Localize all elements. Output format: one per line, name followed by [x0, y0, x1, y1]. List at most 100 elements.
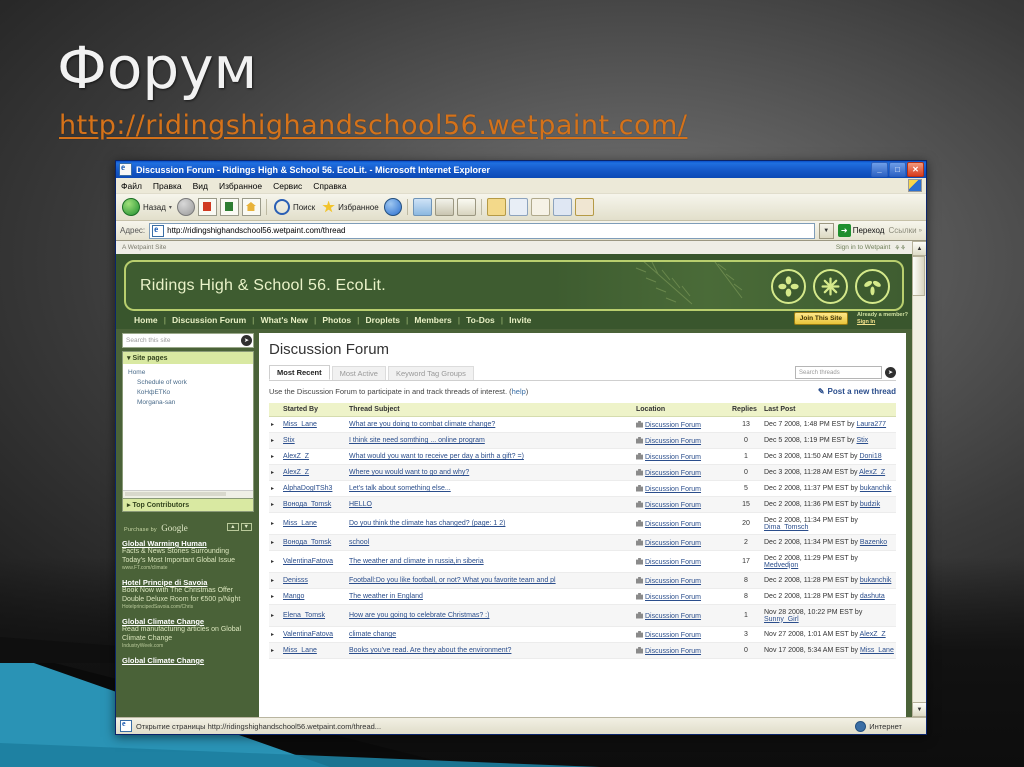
thread-link[interactable]: climate change — [349, 631, 396, 638]
ads-up-icon[interactable]: ▲ — [227, 523, 239, 531]
thread-link[interactable]: The weather in England — [349, 593, 423, 600]
thread-link[interactable]: school — [349, 539, 369, 546]
table-row[interactable]: ▸ Elena_Tomsk How are you going to celebra… — [269, 604, 896, 627]
sidebar-item-schedule-of-work[interactable]: Schedule of work — [128, 377, 248, 387]
row-expand-icon[interactable]: ▸ — [269, 416, 281, 433]
close-button[interactable]: ✕ — [907, 162, 924, 177]
last-post-author-link[interactable]: Laura277 — [856, 421, 886, 428]
search-button[interactable]: Поиск — [272, 198, 317, 216]
author-link[interactable]: Elena_Tomsk — [283, 612, 325, 619]
last-post-author-link[interactable]: Sunny_Girl — [764, 616, 799, 623]
back-dropdown-icon[interactable]: ▾ — [169, 204, 172, 211]
minimize-button[interactable]: _ — [871, 162, 888, 177]
last-post-author-link[interactable]: Stix — [856, 437, 868, 444]
sidebar-item-konfetko[interactable]: КоНфЕТКо — [128, 387, 248, 397]
thread-link[interactable]: Football:Do you like football, or not? W… — [349, 577, 556, 584]
home-button[interactable] — [241, 198, 261, 216]
location-link[interactable]: Discussion Forum — [645, 438, 701, 445]
address-dropdown-icon[interactable]: ▼ — [818, 222, 834, 239]
last-post-author-link[interactable]: bukanchik — [860, 485, 892, 492]
mail-button[interactable] — [434, 198, 454, 216]
table-row[interactable]: ▸ ValentinaFatova climate change Discussion… — [269, 626, 896, 643]
menu-item-help[interactable]: Справка — [313, 181, 346, 191]
slide-url-link[interactable]: http://ridingshighandschool56.wetpaint.c… — [59, 110, 687, 141]
page-vertical-scrollbar[interactable]: ▲ ▼ — [912, 241, 926, 717]
join-site-button[interactable]: Join This Site — [793, 312, 848, 325]
last-post-author-link[interactable]: bukanchik — [860, 577, 892, 584]
stop-button[interactable] — [197, 198, 217, 216]
scroll-down-icon[interactable]: ▼ — [912, 702, 926, 717]
table-row[interactable]: ▸ Вонода_Tomsk HELLO Discussion Forum 15 Dec … — [269, 496, 896, 513]
top-contributors-header[interactable]: ▸ Top Contributors — [122, 499, 254, 512]
extra-icon[interactable] — [574, 198, 594, 216]
menu-item-tools[interactable]: Сервис — [273, 181, 302, 191]
thread-search-input[interactable]: Search threads — [795, 366, 882, 379]
address-input[interactable]: http://ridingshighandschool56.wetpaint.c… — [149, 222, 815, 239]
location-link[interactable]: Discussion Forum — [645, 422, 701, 429]
location-link[interactable]: Discussion Forum — [645, 632, 701, 639]
ad-item[interactable]: Global Climate Change — [122, 656, 254, 665]
ad-item[interactable]: Hotel Principe di Savoia Book Now with T… — [122, 578, 254, 610]
help-link[interactable]: help — [512, 387, 526, 396]
heart-icon[interactable] — [530, 198, 550, 216]
refresh-button[interactable] — [219, 198, 239, 216]
site-search-input[interactable]: Search this site ➤ — [122, 333, 254, 348]
sidebar-item-home[interactable]: Home — [128, 367, 248, 377]
messenger-icon[interactable] — [552, 198, 572, 216]
row-expand-icon[interactable]: ▸ — [269, 572, 281, 589]
last-post-author-link[interactable]: Miss_Lane — [860, 647, 894, 654]
thread-link[interactable]: Books you've read. Are they about the en… — [349, 647, 511, 654]
tab-most-recent[interactable]: Most Recent — [269, 365, 330, 380]
table-row[interactable]: ▸ Miss_Lane What are you doing to combat c… — [269, 416, 896, 433]
col-replies[interactable]: Replies — [730, 403, 762, 417]
location-link[interactable]: Discussion Forum — [645, 648, 701, 655]
table-row[interactable]: ▸ AlexZ_Z What would you want to receive p… — [269, 448, 896, 465]
menu-item-edit[interactable]: Правка — [153, 181, 182, 191]
col-thread-subject[interactable]: Thread Subject — [347, 403, 634, 417]
location-link[interactable]: Discussion Forum — [645, 521, 701, 528]
author-link[interactable]: Stix — [283, 437, 295, 444]
nav-item-home[interactable]: Home — [128, 315, 164, 325]
sidebar-item-morgana-san[interactable]: Morgana-san — [128, 397, 248, 407]
thread-link[interactable]: I think site need somthing ... online pr… — [349, 437, 485, 444]
row-expand-icon[interactable]: ▸ — [269, 464, 281, 481]
row-expand-icon[interactable]: ▸ — [269, 480, 281, 497]
folder-icon[interactable] — [486, 198, 506, 216]
thread-link[interactable]: What are you doing to combat climate cha… — [349, 421, 495, 428]
menu-item-file[interactable]: Файл — [121, 181, 142, 191]
ad-title[interactable]: Hotel Principe di Savoia — [122, 578, 254, 587]
thread-link[interactable]: The weather and climate in russia,in sib… — [349, 558, 484, 565]
row-expand-icon[interactable]: ▸ — [269, 432, 281, 449]
author-link[interactable]: Denisss — [283, 577, 308, 584]
ad-title[interactable]: Global Climate Change — [122, 656, 254, 665]
go-button[interactable]: ➜ Переход — [837, 224, 884, 237]
history-button[interactable] — [412, 198, 432, 216]
thread-link[interactable]: Where you would want to go and why? — [349, 469, 469, 476]
table-row[interactable]: ▸ Stix I think site need somthing ... onli… — [269, 432, 896, 449]
row-expand-icon[interactable]: ▸ — [269, 550, 281, 573]
author-link[interactable]: Miss_Lane — [283, 421, 317, 428]
menu-item-view[interactable]: Вид — [193, 181, 208, 191]
row-expand-icon[interactable]: ▸ — [269, 534, 281, 551]
location-link[interactable]: Discussion Forum — [645, 613, 701, 620]
sign-in-link[interactable]: Sign in to Wetpaint — [836, 244, 890, 251]
author-link[interactable]: Mango — [283, 593, 304, 600]
last-post-author-link[interactable]: dashuta — [860, 593, 885, 600]
location-link[interactable]: Discussion Forum — [645, 540, 701, 547]
author-link[interactable]: Вонода_Tomsk — [283, 501, 331, 508]
last-post-author-link[interactable]: Medvedjon — [764, 562, 798, 569]
col-location[interactable]: Location — [634, 403, 730, 417]
ads-down-icon[interactable]: ▼ — [240, 523, 252, 531]
site-search-go-icon[interactable]: ➤ — [241, 335, 252, 346]
print-button[interactable] — [456, 198, 476, 216]
post-new-thread-button[interactable]: ✎ Post a new thread — [818, 387, 896, 396]
author-link[interactable]: AlphaDogITSh3 — [283, 485, 332, 492]
table-row[interactable]: ▸ AlphaDogITSh3 Let's talk about something… — [269, 480, 896, 497]
col-started-by[interactable]: Started By — [281, 403, 347, 417]
author-link[interactable]: Miss_Lane — [283, 520, 317, 527]
nav-item-whats-new[interactable]: What's New — [255, 315, 314, 325]
thread-search-go-icon[interactable]: ➤ — [885, 367, 896, 378]
tab-keyword-tag-groups[interactable]: Keyword Tag Groups — [387, 366, 474, 380]
ads-nav-buttons[interactable]: ▲ ▼ — [227, 523, 252, 531]
location-link[interactable]: Discussion Forum — [645, 559, 701, 566]
